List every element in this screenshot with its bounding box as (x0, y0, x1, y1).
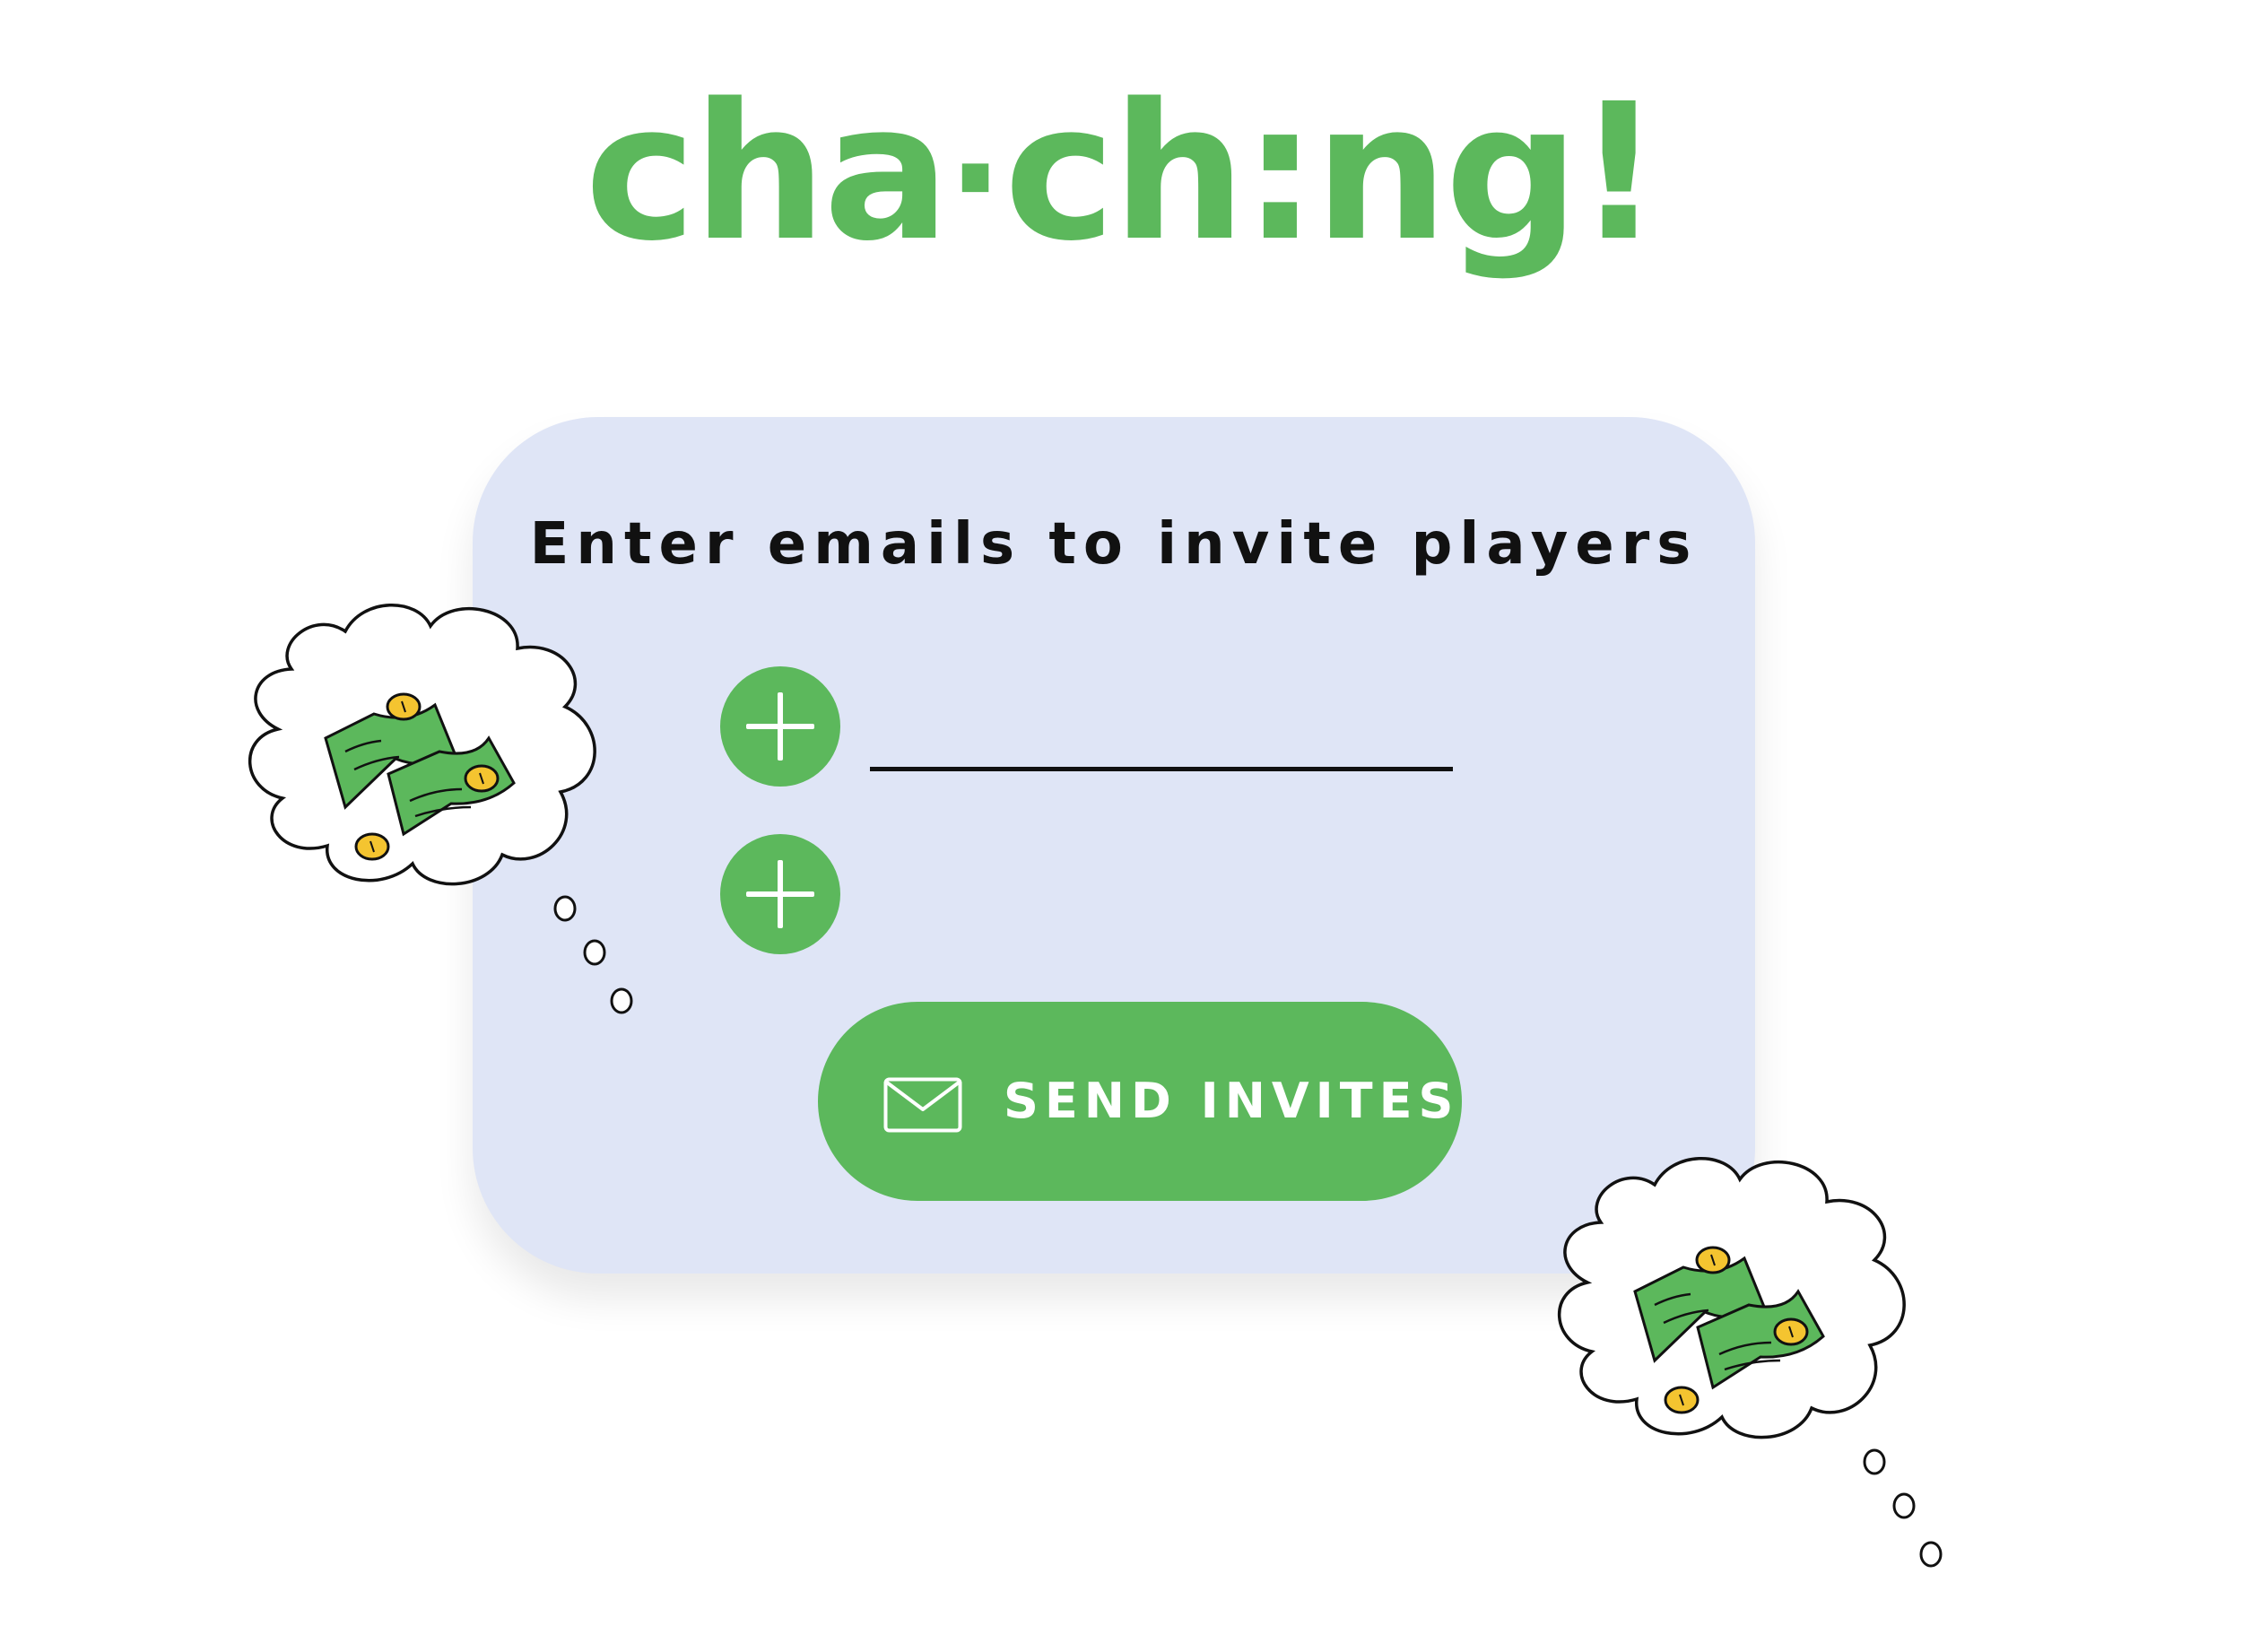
invite-heading: Enter emails to invite players (529, 511, 1699, 578)
logo-text-3: ng! (1314, 63, 1662, 283)
logo-colon: : (1242, 63, 1317, 283)
email-input[interactable] (870, 709, 1453, 771)
add-email-button-1[interactable] (720, 666, 840, 787)
money-cloud-illustration (248, 604, 633, 1014)
logo-dot: · (946, 90, 1004, 266)
logo-text-2: ch (1004, 63, 1246, 283)
app-logo: cha·ch:ng! (0, 79, 2243, 267)
money-thought-cloud-left (248, 604, 633, 1014)
send-invites-button[interactable]: SEND INVITES (818, 1002, 1462, 1201)
money-thought-cloud-right (1557, 1157, 1943, 1568)
envelope-icon (883, 1077, 962, 1133)
logo-text-1: cha (584, 63, 951, 283)
money-cloud-illustration (1557, 1157, 1943, 1568)
send-invites-label: SEND INVITES (1004, 1073, 1460, 1129)
add-email-button-2[interactable] (720, 834, 840, 954)
